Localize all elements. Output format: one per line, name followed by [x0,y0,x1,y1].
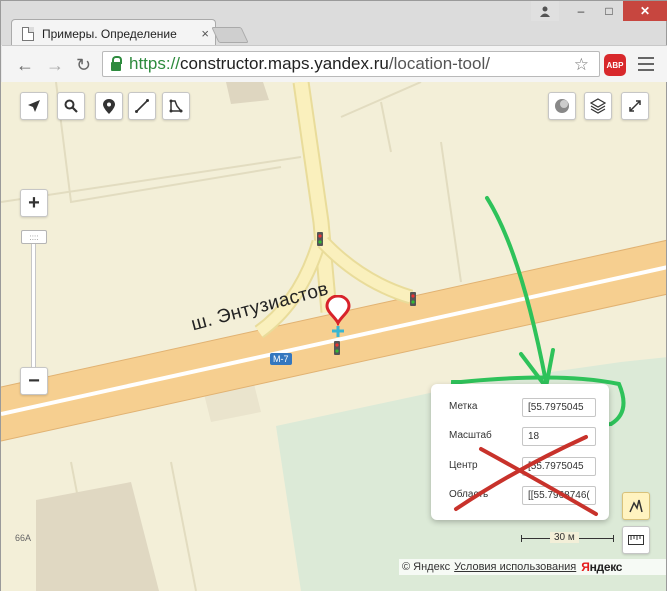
location-arrow-icon[interactable] [20,92,48,120]
back-arrow-icon[interactable]: ← [16,56,34,74]
url-text: https://constructor.maps.yandex.ru/locat… [129,54,490,73]
browser-toolbar: ← → ↻ https://constructor.maps.yandex.ru… [2,45,667,83]
ruler-icon[interactable] [622,526,650,554]
route-badge: M-7 [270,353,292,365]
copyright-bar: © Яндекс Условия использования Яндекс [399,559,666,575]
page-icon [22,26,34,41]
search-icon[interactable] [57,92,85,120]
layers-icon[interactable] [584,92,612,120]
minimize-button[interactable]: ‒ [567,1,595,21]
new-tab-button[interactable] [211,27,249,43]
red-cross-annotation [454,435,598,516]
tab-title: Примеры. Определение [42,26,177,41]
forward-arrow-icon[interactable]: → [46,56,64,74]
copyright-text: © Яндекс [402,561,451,573]
scale-text: 30 м [550,532,579,543]
routing-icon[interactable] [622,492,650,520]
ruler-line-icon[interactable] [128,92,156,120]
map-viewport[interactable]: + :::: − ш. Энтузиастов M-7 66А Метка [5… [0,82,667,591]
zoom-in-button[interactable]: + [20,189,48,217]
browser-tab[interactable]: Примеры. Определение × [11,19,216,47]
adblock-icon[interactable]: ABP [604,54,626,76]
map-scale: 30 м [521,532,614,546]
coordinates-panel: Метка [55.7975045 Масштаб 18 Центр [55.7… [431,384,609,520]
terms-link[interactable]: Условия использования [454,561,576,573]
building-number-label: 66А [15,533,32,543]
zoom-slider-thumb[interactable]: :::: [21,230,47,244]
polygon-icon[interactable] [162,92,190,120]
placemark-coords-field[interactable]: [55.7975045 [522,398,596,417]
panel-row-placemark: Метка [55.7975045 [431,398,609,418]
zoom-slider-track[interactable] [31,232,36,380]
tab-strip: Примеры. Определение × ‒ □ ✕ [1,1,667,47]
tab-close-icon[interactable]: × [201,27,209,40]
zoom-out-button[interactable]: − [20,367,48,395]
placemark-marker-icon[interactable] [325,295,351,339]
lock-icon [111,55,122,71]
yandex-logo: Яндекс [581,560,623,574]
fullscreen-icon[interactable] [621,92,649,120]
user-icon[interactable] [531,1,559,21]
close-window-button[interactable]: ✕ [623,1,667,21]
reload-icon[interactable]: ↻ [76,56,91,74]
maximize-button[interactable]: □ [595,1,623,21]
menu-icon[interactable] [638,55,654,73]
address-bar[interactable]: https://constructor.maps.yandex.ru/locat… [102,51,600,77]
panel-label: Метка [449,401,478,412]
placemark-icon[interactable] [95,92,123,120]
bookmark-star-icon[interactable]: ☆ [574,55,589,75]
browser-window: Примеры. Определение × ‒ □ ✕ ← → ↻ https… [0,0,667,83]
traffic-icon[interactable] [548,92,576,120]
